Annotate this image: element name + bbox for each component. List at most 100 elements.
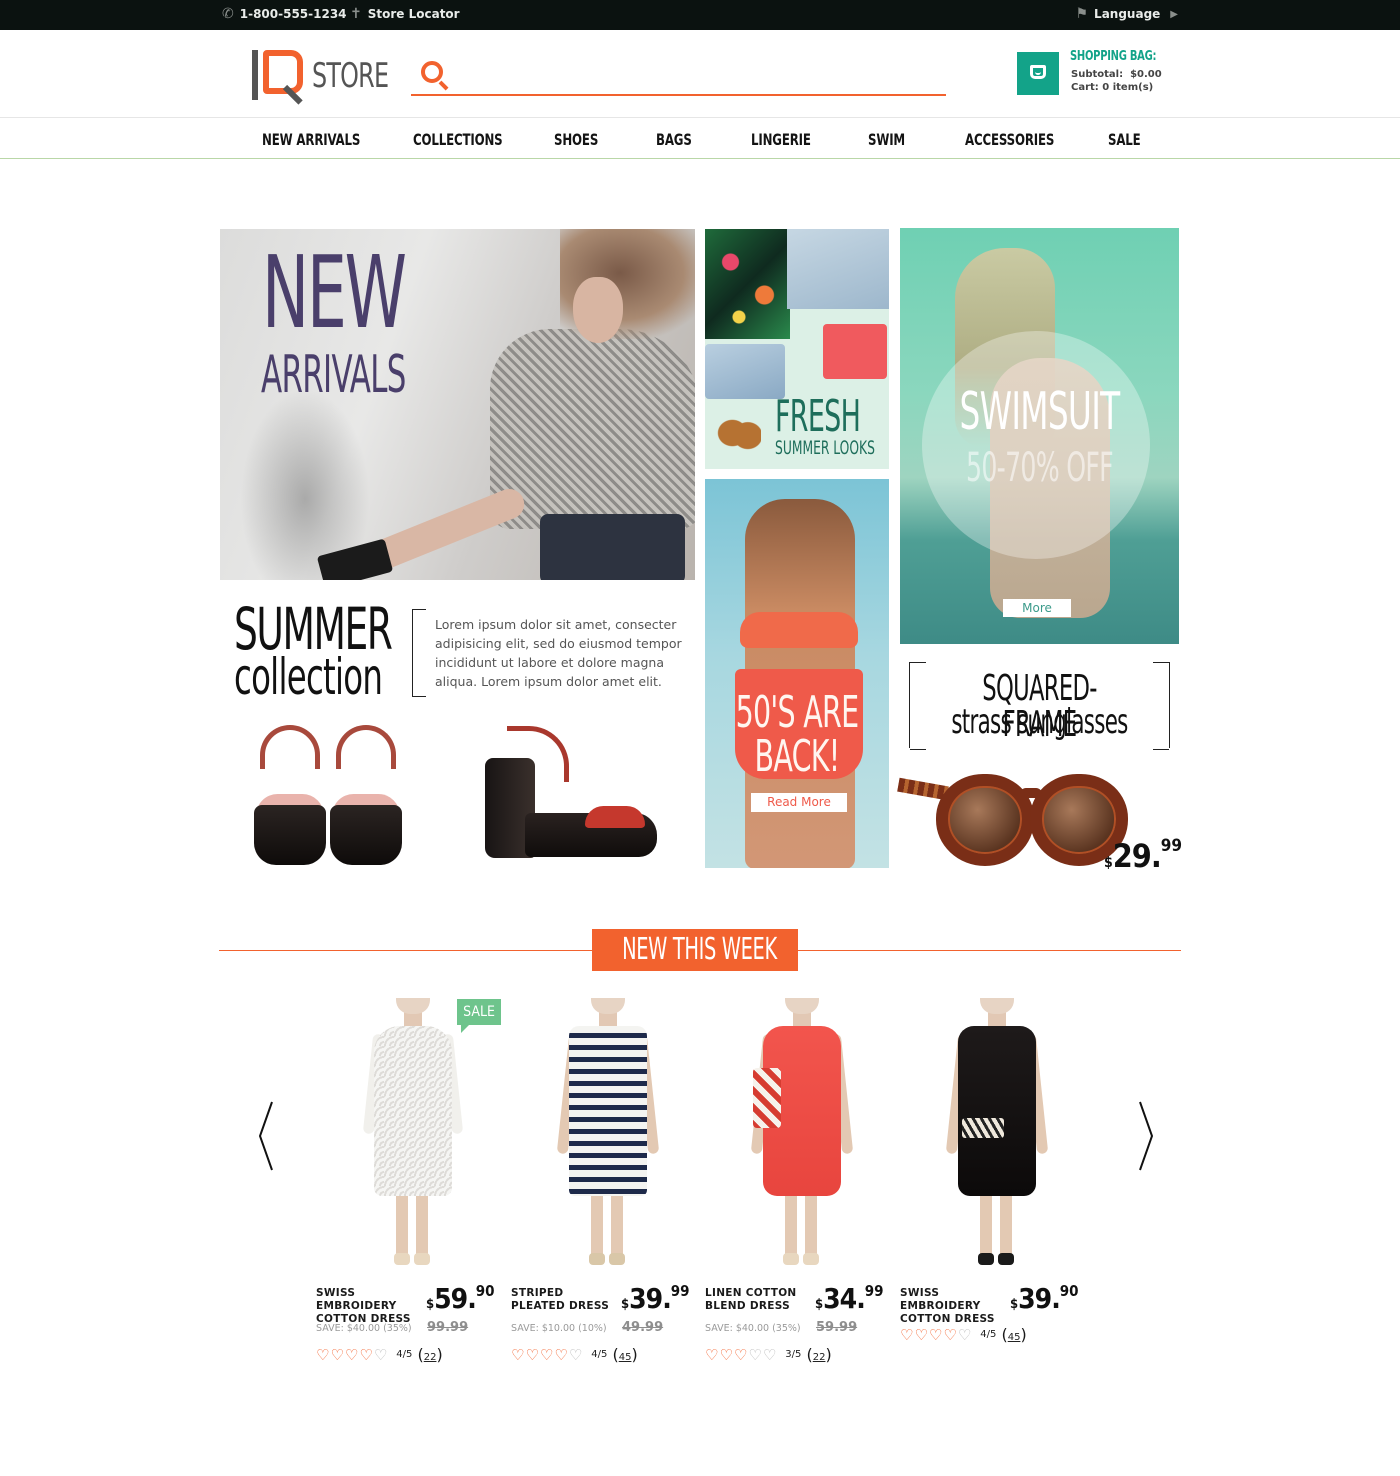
dress [958, 1026, 1036, 1196]
review-count-wrap: (22) [806, 1345, 832, 1364]
heart-filled-icon: ♡ [943, 1326, 957, 1344]
search-input[interactable] [459, 61, 929, 89]
rating: ♡♡♡♡♡ 4/5 (45) [511, 1345, 638, 1364]
model-leg [785, 1188, 797, 1260]
phone-link[interactable]: ✆ 1-800-555-1234 [222, 7, 347, 21]
new-arrivals-subtitle: ARRIVALS [261, 345, 406, 405]
search-icon[interactable] [421, 61, 443, 83]
fresh-summer-banner[interactable]: FRESH SUMMER LOOKS [705, 229, 889, 469]
carousel-prev-button[interactable] [256, 1100, 278, 1172]
flag-icon: ⚑ [1075, 6, 1089, 22]
subtotal-label: Subtotal: [1071, 69, 1124, 80]
heart-filled-icon: ♡ [705, 1346, 719, 1364]
new-arrivals-banner[interactable]: NEW ARRIVALS [220, 229, 695, 580]
heart-empty-icon: ♡ [568, 1346, 583, 1364]
platform-sandals-image[interactable] [240, 720, 420, 865]
product-image[interactable] [735, 998, 865, 1268]
heart-filled-icon: ♡ [719, 1346, 733, 1364]
nav-accessories[interactable]: ACCESSORIES [965, 130, 1054, 149]
review-count-wrap: (22) [417, 1345, 443, 1364]
sunglasses-image[interactable] [897, 752, 1134, 872]
new-arrivals-title: NEW [262, 234, 407, 351]
product-name[interactable]: LINEN COTTON BLEND DRESS [705, 1287, 815, 1313]
nav-collections[interactable]: COLLECTIONS [413, 130, 503, 149]
product-name[interactable]: SWISS EMBROIDERY COTTON DRESS [900, 1287, 1010, 1326]
logo[interactable]: STORE [252, 50, 389, 105]
heart-filled-icon: ♡ [316, 1346, 330, 1364]
product-price: $39.90 [1010, 1282, 1079, 1315]
price-cents: 99 [670, 1282, 690, 1300]
heart-filled-icon: ♡ [554, 1346, 568, 1364]
review-count[interactable]: 45 [1008, 1332, 1021, 1343]
product-card[interactable]: STRIPED PLEATED DRESS $39.99 SAVE: $10.0… [511, 998, 696, 1378]
dress [569, 1026, 647, 1196]
sunglasses-bridge [1020, 788, 1042, 798]
rating-score: 4/5 [591, 1349, 608, 1360]
sandals-image [717, 407, 761, 459]
savings-text: SAVE: $10.00 (10%) [511, 1323, 607, 1334]
fifties-banner[interactable]: 50'S ARE BACK! Read More [705, 479, 889, 868]
model-chin [396, 998, 430, 1014]
review-count[interactable]: 45 [619, 1352, 632, 1363]
rating-score: 4/5 [980, 1329, 997, 1340]
product-image[interactable] [346, 998, 476, 1268]
price-main: 39. [629, 1282, 672, 1315]
original-price: 59.99 [816, 1320, 858, 1335]
dress [374, 1026, 452, 1196]
model-leg [396, 1188, 408, 1260]
denim-shorts-image [705, 344, 785, 399]
heart-filled-icon: ♡ [359, 1346, 373, 1364]
sunglasses-price: $29.99 [1104, 836, 1182, 875]
block-heel-sandal-image[interactable] [485, 718, 665, 863]
review-count[interactable]: 22 [813, 1352, 826, 1363]
sandal-strap [260, 725, 320, 769]
more-button[interactable]: More [1003, 599, 1071, 617]
model-shoe [414, 1253, 430, 1265]
heart-empty-icon: ♡ [762, 1346, 777, 1364]
rating-hearts: ♡♡♡♡♡ [511, 1345, 583, 1364]
nav-bags[interactable]: BAGS [656, 130, 692, 149]
price-currency: $ [621, 1297, 630, 1312]
nav-sale[interactable]: SALE [1108, 130, 1141, 149]
product-card[interactable]: SALE SWISS EMBROIDERY COTTON DRESS $59.9… [316, 998, 501, 1378]
nav-swim[interactable]: SWIM [868, 130, 905, 149]
product-card[interactable]: SWISS EMBROIDERY COTTON DRESS $39.90 ♡♡♡… [900, 998, 1085, 1378]
swimsuit-title: SWIMSUIT [959, 382, 1121, 442]
store-locator-link[interactable]: ✝ Store Locator [350, 7, 460, 21]
model-leg [591, 1188, 603, 1260]
shopping-bag-summary[interactable]: SHOPPING BAG: Subtotal: $0.00 Cart: 0 it… [1070, 50, 1171, 94]
floral-shirt-image [705, 229, 790, 339]
nav-shoes[interactable]: SHOES [554, 130, 598, 149]
carousel-next-button[interactable] [1134, 1100, 1156, 1172]
sandal-strap [336, 725, 396, 769]
swimsuit-discount: 50-70% OFF [966, 445, 1114, 491]
nav-new-arrivals[interactable]: NEW ARRIVALS [262, 130, 360, 149]
product-card[interactable]: LINEN COTTON BLEND DRESS $34.99 SAVE: $4… [705, 998, 890, 1378]
fifties-title-line2: BACK! [754, 731, 841, 782]
product-image[interactable] [930, 998, 1060, 1268]
model-leg [805, 1188, 817, 1260]
heart-filled-icon: ♡ [330, 1346, 344, 1364]
sandal-sole [330, 805, 402, 865]
nav-lingerie[interactable]: LINGERIE [751, 130, 811, 149]
heart-empty-icon: ♡ [373, 1346, 388, 1364]
savings-text: SAVE: $40.00 (35%) [316, 1323, 412, 1334]
new-this-week-title: NEW THIS WEEK [622, 932, 777, 967]
model-leg [1000, 1188, 1012, 1260]
denim-shirt-image [787, 229, 889, 309]
read-more-button[interactable]: Read More [751, 793, 847, 812]
heart-empty-icon: ♡ [957, 1326, 972, 1344]
original-price: 99.99 [427, 1320, 469, 1335]
model-shoe [978, 1253, 994, 1265]
review-count[interactable]: 22 [424, 1352, 437, 1363]
product-name[interactable]: SWISS EMBROIDERY COTTON DRESS [316, 1287, 426, 1326]
product-price: $39.99 [621, 1282, 690, 1315]
heart-filled-icon: ♡ [928, 1326, 943, 1344]
fresh-title: FRESH [775, 391, 861, 442]
product-image[interactable] [541, 998, 671, 1268]
shopping-bag-button[interactable] [1017, 52, 1059, 95]
swimsuit-banner[interactable]: SWIMSUIT 50-70% OFF More [900, 228, 1179, 644]
price-currency: $ [1010, 1297, 1019, 1312]
product-name[interactable]: STRIPED PLEATED DRESS [511, 1287, 621, 1313]
language-selector[interactable]: ⚑ Language ▶ [1075, 7, 1178, 21]
